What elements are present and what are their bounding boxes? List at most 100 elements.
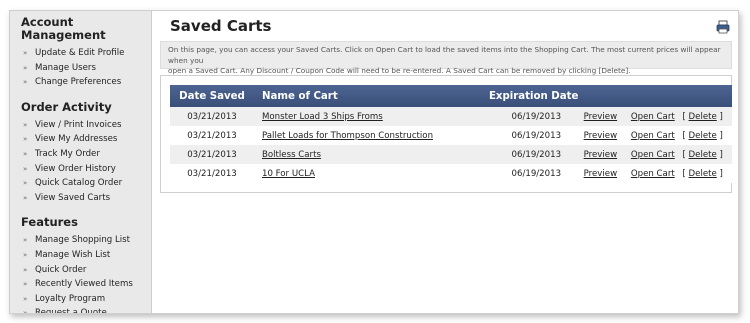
table-header-row: Date Saved Name of Cart Expiration Date: [170, 85, 732, 107]
open-cart-link[interactable]: Open Cart: [631, 150, 675, 160]
sidebar-item-label: Quick Order: [35, 264, 87, 275]
info-line-1: On this page, you can access your Saved …: [168, 45, 721, 65]
sidebar-item-label: Loyalty Program: [35, 293, 106, 304]
sidebar-item[interactable]: » Update & Edit Profile: [10, 46, 151, 61]
sidebar-item[interactable]: » View / Print Invoices: [10, 118, 151, 133]
sidebar-section: Account Management » Update & Edit Profile…: [10, 11, 151, 96]
chevron-right-icon: »: [23, 309, 28, 314]
cell-date-saved: 03/21/2013: [170, 145, 254, 164]
sidebar-item[interactable]: » View Saved Carts: [10, 191, 151, 206]
info-text: On this page, you can access your Saved …: [160, 41, 732, 75]
header-date-saved: Date Saved: [170, 85, 254, 107]
sidebar-item[interactable]: » View My Addresses: [10, 132, 151, 147]
cell-cart-name: Monster Load 3 Ships Froms: [254, 107, 489, 126]
header-delete: [682, 85, 732, 107]
chevron-right-icon: »: [23, 250, 28, 259]
sidebar-item-label: View / Print Invoices: [35, 119, 122, 130]
chevron-right-icon: »: [23, 149, 28, 158]
sidebar-item-label: Quick Catalog Order: [35, 178, 123, 189]
sidebar-item[interactable]: » Quick Catalog Order: [10, 176, 151, 191]
page-title: Saved Carts: [170, 17, 272, 35]
sidebar-list: » Update & Edit Profile » Manage Users » Chan…: [10, 46, 151, 90]
open-cart-link[interactable]: Open Cart: [631, 112, 675, 122]
delete-link[interactable]: Delete: [689, 169, 717, 179]
sidebar-item[interactable]: » View Order History: [10, 162, 151, 177]
cell-open-cart: Open Cart: [630, 145, 683, 164]
cell-delete: [ Delete ]: [682, 164, 732, 183]
chevron-right-icon: »: [23, 236, 28, 245]
sidebar-item[interactable]: » Request a Quote: [10, 306, 151, 314]
cell-open-cart: Open Cart: [630, 126, 683, 145]
sidebar-section: Features » Manage Shopping List » Manage Wis…: [10, 211, 151, 314]
cell-date-saved: 03/21/2013: [170, 107, 254, 126]
cell-cart-name: Boltless Carts: [254, 145, 489, 164]
sidebar-item-label: Recently Viewed Items: [35, 279, 133, 290]
cart-name-link[interactable]: Boltless Carts: [262, 150, 321, 160]
delete-bracket-open: [: [682, 149, 686, 160]
sidebar-item[interactable]: » Manage Shopping List: [10, 233, 151, 248]
sidebar-item[interactable]: » Track My Order: [10, 147, 151, 162]
sidebar-item[interactable]: » Recently Viewed Items: [10, 277, 151, 292]
delete-bracket-close: ]: [719, 111, 723, 122]
preview-link[interactable]: Preview: [584, 169, 617, 179]
sidebar-item[interactable]: » Manage Wish List: [10, 248, 151, 263]
cell-delete: [ Delete ]: [682, 126, 732, 145]
sidebar-list: » Manage Shopping List » Manage Wish List » Q…: [10, 233, 151, 314]
chevron-right-icon: »: [23, 294, 28, 303]
table-row: 03/21/2013 10 For UCLA 06/19/2013 Preview Op…: [170, 164, 732, 183]
open-cart-link[interactable]: Open Cart: [631, 169, 675, 179]
account-window: Account Management » Update & Edit Profile…: [9, 10, 739, 314]
delete-link[interactable]: Delete: [689, 112, 717, 122]
preview-link[interactable]: Preview: [584, 131, 617, 141]
chevron-right-icon: »: [23, 49, 28, 57]
sidebar-item[interactable]: » Loyalty Program: [10, 292, 151, 307]
sidebar-item-label: View My Addresses: [35, 134, 118, 145]
header-preview: [583, 85, 631, 107]
sidebar-item[interactable]: » Quick Order: [10, 263, 151, 278]
delete-link[interactable]: Delete: [689, 150, 717, 160]
cart-name-link[interactable]: Pallet Loads for Thompson Construction: [262, 131, 433, 141]
chevron-right-icon: »: [23, 179, 28, 188]
sidebar-item-label: Update & Edit Profile: [35, 48, 125, 58]
delete-link[interactable]: Delete: [689, 131, 717, 141]
sidebar-item-label: Manage Shopping List: [35, 235, 130, 246]
cell-date-saved: 03/21/2013: [170, 164, 254, 183]
open-cart-link[interactable]: Open Cart: [631, 131, 675, 141]
chevron-right-icon: »: [23, 265, 28, 274]
chevron-right-icon: »: [23, 280, 28, 289]
cell-open-cart: Open Cart: [630, 107, 683, 126]
table-row: 03/21/2013 Pallet Loads for Thompson Cons…: [170, 126, 732, 145]
delete-wrapper: [ Delete ]: [682, 150, 722, 160]
sidebar-item[interactable]: » Manage Users: [10, 61, 151, 76]
chevron-right-icon: »: [23, 78, 28, 87]
cell-preview: Preview: [583, 107, 631, 126]
delete-bracket-close: ]: [719, 149, 723, 160]
chevron-right-icon: »: [23, 164, 28, 173]
cell-preview: Preview: [583, 126, 631, 145]
cell-expiration-date: 06/19/2013: [488, 164, 584, 183]
delete-bracket-close: ]: [719, 130, 723, 141]
cell-delete: [ Delete ]: [682, 145, 732, 164]
cart-name-link[interactable]: 10 For UCLA: [262, 169, 315, 179]
header-open: [630, 85, 683, 107]
delete-bracket-open: [: [682, 168, 686, 179]
sidebar-heading: Order Activity: [21, 99, 112, 114]
sidebar: Account Management » Update & Edit Profile…: [10, 11, 152, 313]
cell-expiration-date: 06/19/2013: [488, 107, 584, 126]
sidebar-list: » View / Print Invoices » View My Addresses…: [10, 118, 151, 206]
preview-link[interactable]: Preview: [584, 112, 617, 122]
main-content: Saved Carts On this page, you can access…: [160, 11, 738, 313]
cart-name-link[interactable]: Monster Load 3 Ships Froms: [262, 112, 383, 122]
sidebar-item-label: Track My Order: [35, 148, 100, 159]
delete-wrapper: [ Delete ]: [682, 131, 722, 141]
delete-bracket-open: [: [682, 130, 686, 141]
cell-preview: Preview: [583, 164, 631, 183]
cell-delete: [ Delete ]: [682, 107, 732, 126]
chevron-right-icon: »: [23, 63, 28, 72]
printer-icon[interactable]: [716, 20, 730, 34]
preview-link[interactable]: Preview: [584, 150, 617, 160]
cell-cart-name: 10 For UCLA: [254, 164, 489, 183]
sidebar-item[interactable]: » Change Preferences: [10, 75, 151, 90]
sidebar-heading: Account Management: [21, 15, 106, 42]
chevron-right-icon: »: [23, 120, 28, 129]
